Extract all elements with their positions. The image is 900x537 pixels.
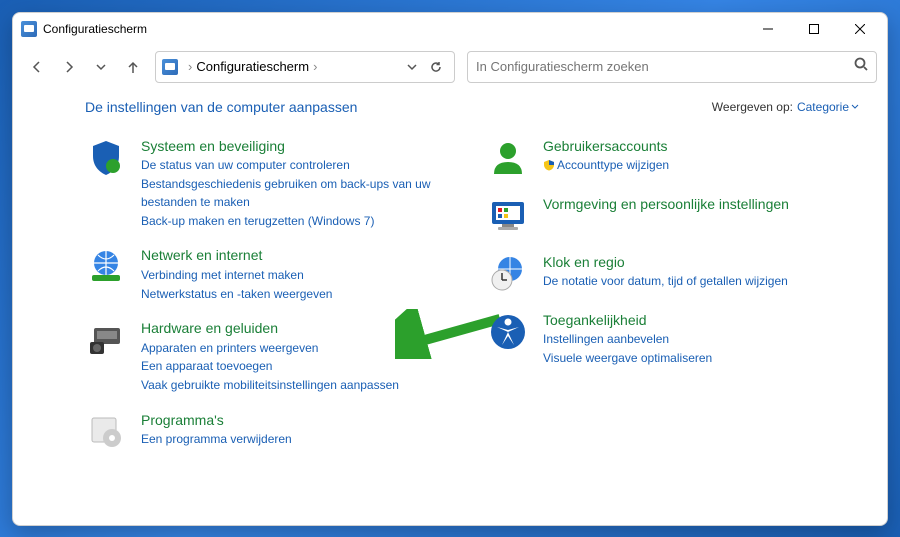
task-link[interactable]: Back-up maken en terugzetten (Windows 7) (141, 212, 457, 231)
user-icon (487, 137, 529, 179)
breadcrumb-separator: › (188, 59, 192, 74)
category-title[interactable]: Programma's (141, 411, 457, 431)
category-clock-region: Klok en regio De notatie voor datum, tij… (487, 253, 859, 295)
category-title[interactable]: Systeem en beveiliging (141, 137, 457, 157)
close-button[interactable] (837, 13, 883, 45)
task-link[interactable]: De notatie voor datum, tijd of getallen … (543, 272, 859, 291)
clock-globe-icon (487, 253, 529, 295)
control-panel-window: Configuratiescherm › Configuratiescherm … (12, 12, 888, 526)
shield-icon (85, 137, 127, 179)
accessibility-icon (487, 311, 529, 353)
monitor-appearance-icon (487, 195, 529, 237)
up-button[interactable] (119, 53, 147, 81)
task-link-network-status[interactable]: Netwerkstatus en -taken weergeven (141, 285, 457, 304)
recent-dropdown-button[interactable] (87, 53, 115, 81)
printer-camera-icon (85, 319, 127, 361)
category-title[interactable]: Netwerk en internet (141, 246, 457, 266)
navigation-toolbar: › Configuratiescherm › (13, 45, 887, 89)
category-system-security: Systeem en beveiliging De status van uw … (85, 137, 457, 231)
breadcrumb-separator: › (313, 59, 317, 74)
task-link[interactable]: Bestandsgeschiedenis gebruiken om back-u… (141, 175, 457, 212)
window-title: Configuratiescherm (43, 22, 745, 36)
view-by: Weergeven op: Categorie (712, 100, 859, 114)
category-accessibility: Toegankelijkheid Instellingen aanbevelen… (487, 311, 859, 368)
chevron-down-icon (851, 103, 859, 111)
refresh-button[interactable] (424, 55, 448, 79)
category-title[interactable]: Hardware en geluiden (141, 319, 457, 339)
window-controls (745, 13, 883, 45)
breadcrumb-icon (162, 59, 178, 75)
category-user-accounts: Gebruikersaccounts Accounttype wijzigen (487, 137, 859, 179)
search-input[interactable] (476, 59, 854, 74)
page-title: De instellingen van de computer aanpasse… (85, 99, 357, 115)
task-link[interactable]: Vaak gebruikte mobiliteitsinstellingen a… (141, 376, 457, 395)
category-hardware-sound: Hardware en geluiden Apparaten en printe… (85, 319, 457, 394)
category-programs: Programma's Een programma verwijderen (85, 411, 457, 453)
task-link[interactable]: Accounttype wijzigen (543, 156, 859, 175)
view-mode-label: Categorie (797, 100, 849, 114)
breadcrumb-item[interactable]: Configuratiescherm (196, 59, 309, 74)
titlebar: Configuratiescherm (13, 13, 887, 45)
view-by-label: Weergeven op: (712, 100, 793, 114)
content-area: De instellingen van de computer aanpasse… (13, 89, 887, 525)
category-network-internet: Netwerk en internet Verbinding met inter… (85, 246, 457, 303)
left-column: Systeem en beveiliging De status van uw … (85, 137, 457, 469)
search-box[interactable] (467, 51, 877, 83)
task-link[interactable]: Een apparaat toevoegen (141, 357, 457, 376)
right-column: Gebruikersaccounts Accounttype wijzigen … (487, 137, 859, 469)
task-link[interactable]: Instellingen aanbevelen (543, 330, 859, 349)
uac-shield-icon (543, 159, 555, 171)
address-dropdown-button[interactable] (400, 55, 424, 79)
task-link[interactable]: De status van uw computer controleren (141, 156, 457, 175)
category-title[interactable]: Gebruikersaccounts (543, 137, 859, 157)
category-columns: Systeem en beveiliging De status van uw … (85, 137, 859, 469)
search-icon[interactable] (854, 57, 868, 76)
task-link[interactable]: Een programma verwijderen (141, 430, 457, 449)
control-panel-icon (21, 21, 37, 37)
category-appearance: Vormgeving en persoonlijke instellingen (487, 195, 859, 237)
task-link[interactable]: Apparaten en printers weergeven (141, 339, 457, 358)
minimize-button[interactable] (745, 13, 791, 45)
content-header: De instellingen van de computer aanpasse… (85, 99, 859, 115)
task-link[interactable]: Visuele weergave optimaliseren (543, 349, 859, 368)
category-title[interactable]: Klok en regio (543, 253, 859, 273)
globe-network-icon (85, 246, 127, 288)
address-bar[interactable]: › Configuratiescherm › (155, 51, 455, 83)
programs-icon (85, 411, 127, 453)
category-title[interactable]: Toegankelijkheid (543, 311, 859, 331)
back-button[interactable] (23, 53, 51, 81)
maximize-button[interactable] (791, 13, 837, 45)
forward-button[interactable] (55, 53, 83, 81)
task-link[interactable]: Verbinding met internet maken (141, 266, 457, 285)
category-title[interactable]: Vormgeving en persoonlijke instellingen (543, 195, 859, 215)
view-mode-dropdown[interactable]: Categorie (797, 100, 859, 114)
